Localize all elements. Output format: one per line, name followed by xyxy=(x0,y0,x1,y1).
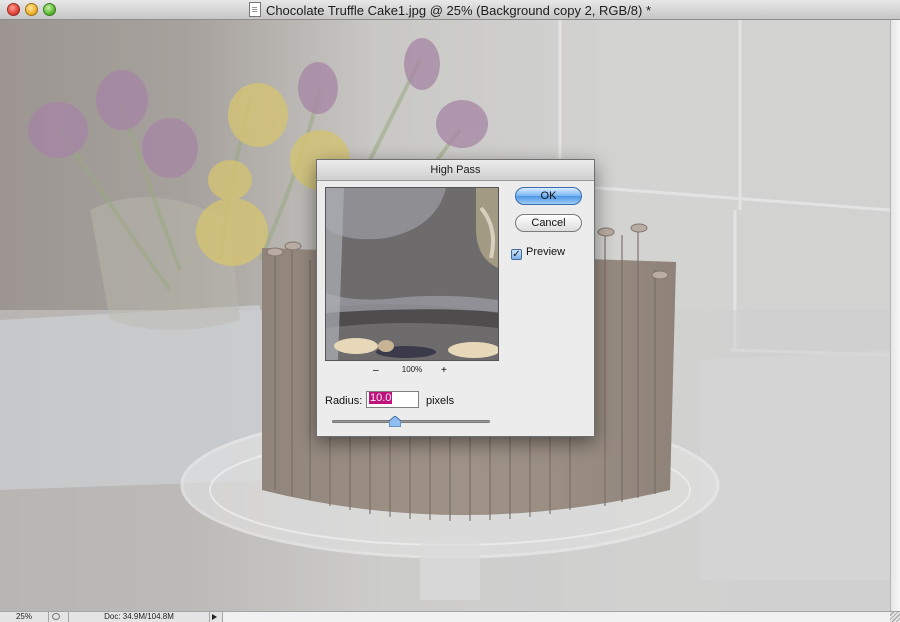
radius-label: Radius: xyxy=(325,395,363,407)
doc-size-info: Doc: 34.9M/104.8M xyxy=(68,612,210,622)
radius-slider-track[interactable] xyxy=(332,420,490,423)
resize-grip-icon[interactable] xyxy=(890,612,900,622)
radius-input[interactable]: 10.0 xyxy=(366,391,419,408)
high-pass-dialog: High Pass – 100% + OK Cancel ✓ Preview Ra… xyxy=(316,159,595,437)
zoom-level-field[interactable]: 25% xyxy=(0,612,49,622)
horizontal-scrollbar[interactable] xyxy=(222,612,891,622)
status-bar: 25% Doc: 34.9M/104.8M xyxy=(0,611,900,622)
preview-checkbox-row[interactable]: ✓ Preview xyxy=(511,246,565,260)
window-title: Chocolate Truffle Cake1.jpg @ 25% (Backg… xyxy=(0,2,900,18)
document-icon xyxy=(248,2,261,17)
status-menu-arrow-icon[interactable] xyxy=(212,614,217,620)
radius-value-selected: 10.0 xyxy=(369,392,393,404)
radius-slider-thumb[interactable] xyxy=(389,416,401,427)
zoom-in-button[interactable]: + xyxy=(441,365,447,376)
preview-label: Preview xyxy=(526,246,566,258)
preview-zoom-percent: 100% xyxy=(401,365,423,374)
window-title-text: Chocolate Truffle Cake1.jpg @ 25% (Backg… xyxy=(265,3,652,18)
status-info-icon[interactable] xyxy=(52,613,60,620)
vertical-scrollbar[interactable] xyxy=(890,20,900,611)
dialog-title: High Pass xyxy=(317,160,594,181)
preview-image xyxy=(326,188,498,360)
preview-checkbox[interactable]: ✓ xyxy=(511,249,522,260)
ok-button[interactable]: OK xyxy=(515,187,582,205)
cancel-button[interactable]: Cancel xyxy=(515,214,582,232)
radius-unit-label: pixels xyxy=(426,395,455,407)
window-title-bar: Chocolate Truffle Cake1.jpg @ 25% (Backg… xyxy=(0,0,900,20)
filter-preview-thumbnail[interactable] xyxy=(325,187,499,361)
zoom-out-button[interactable]: – xyxy=(373,365,379,376)
